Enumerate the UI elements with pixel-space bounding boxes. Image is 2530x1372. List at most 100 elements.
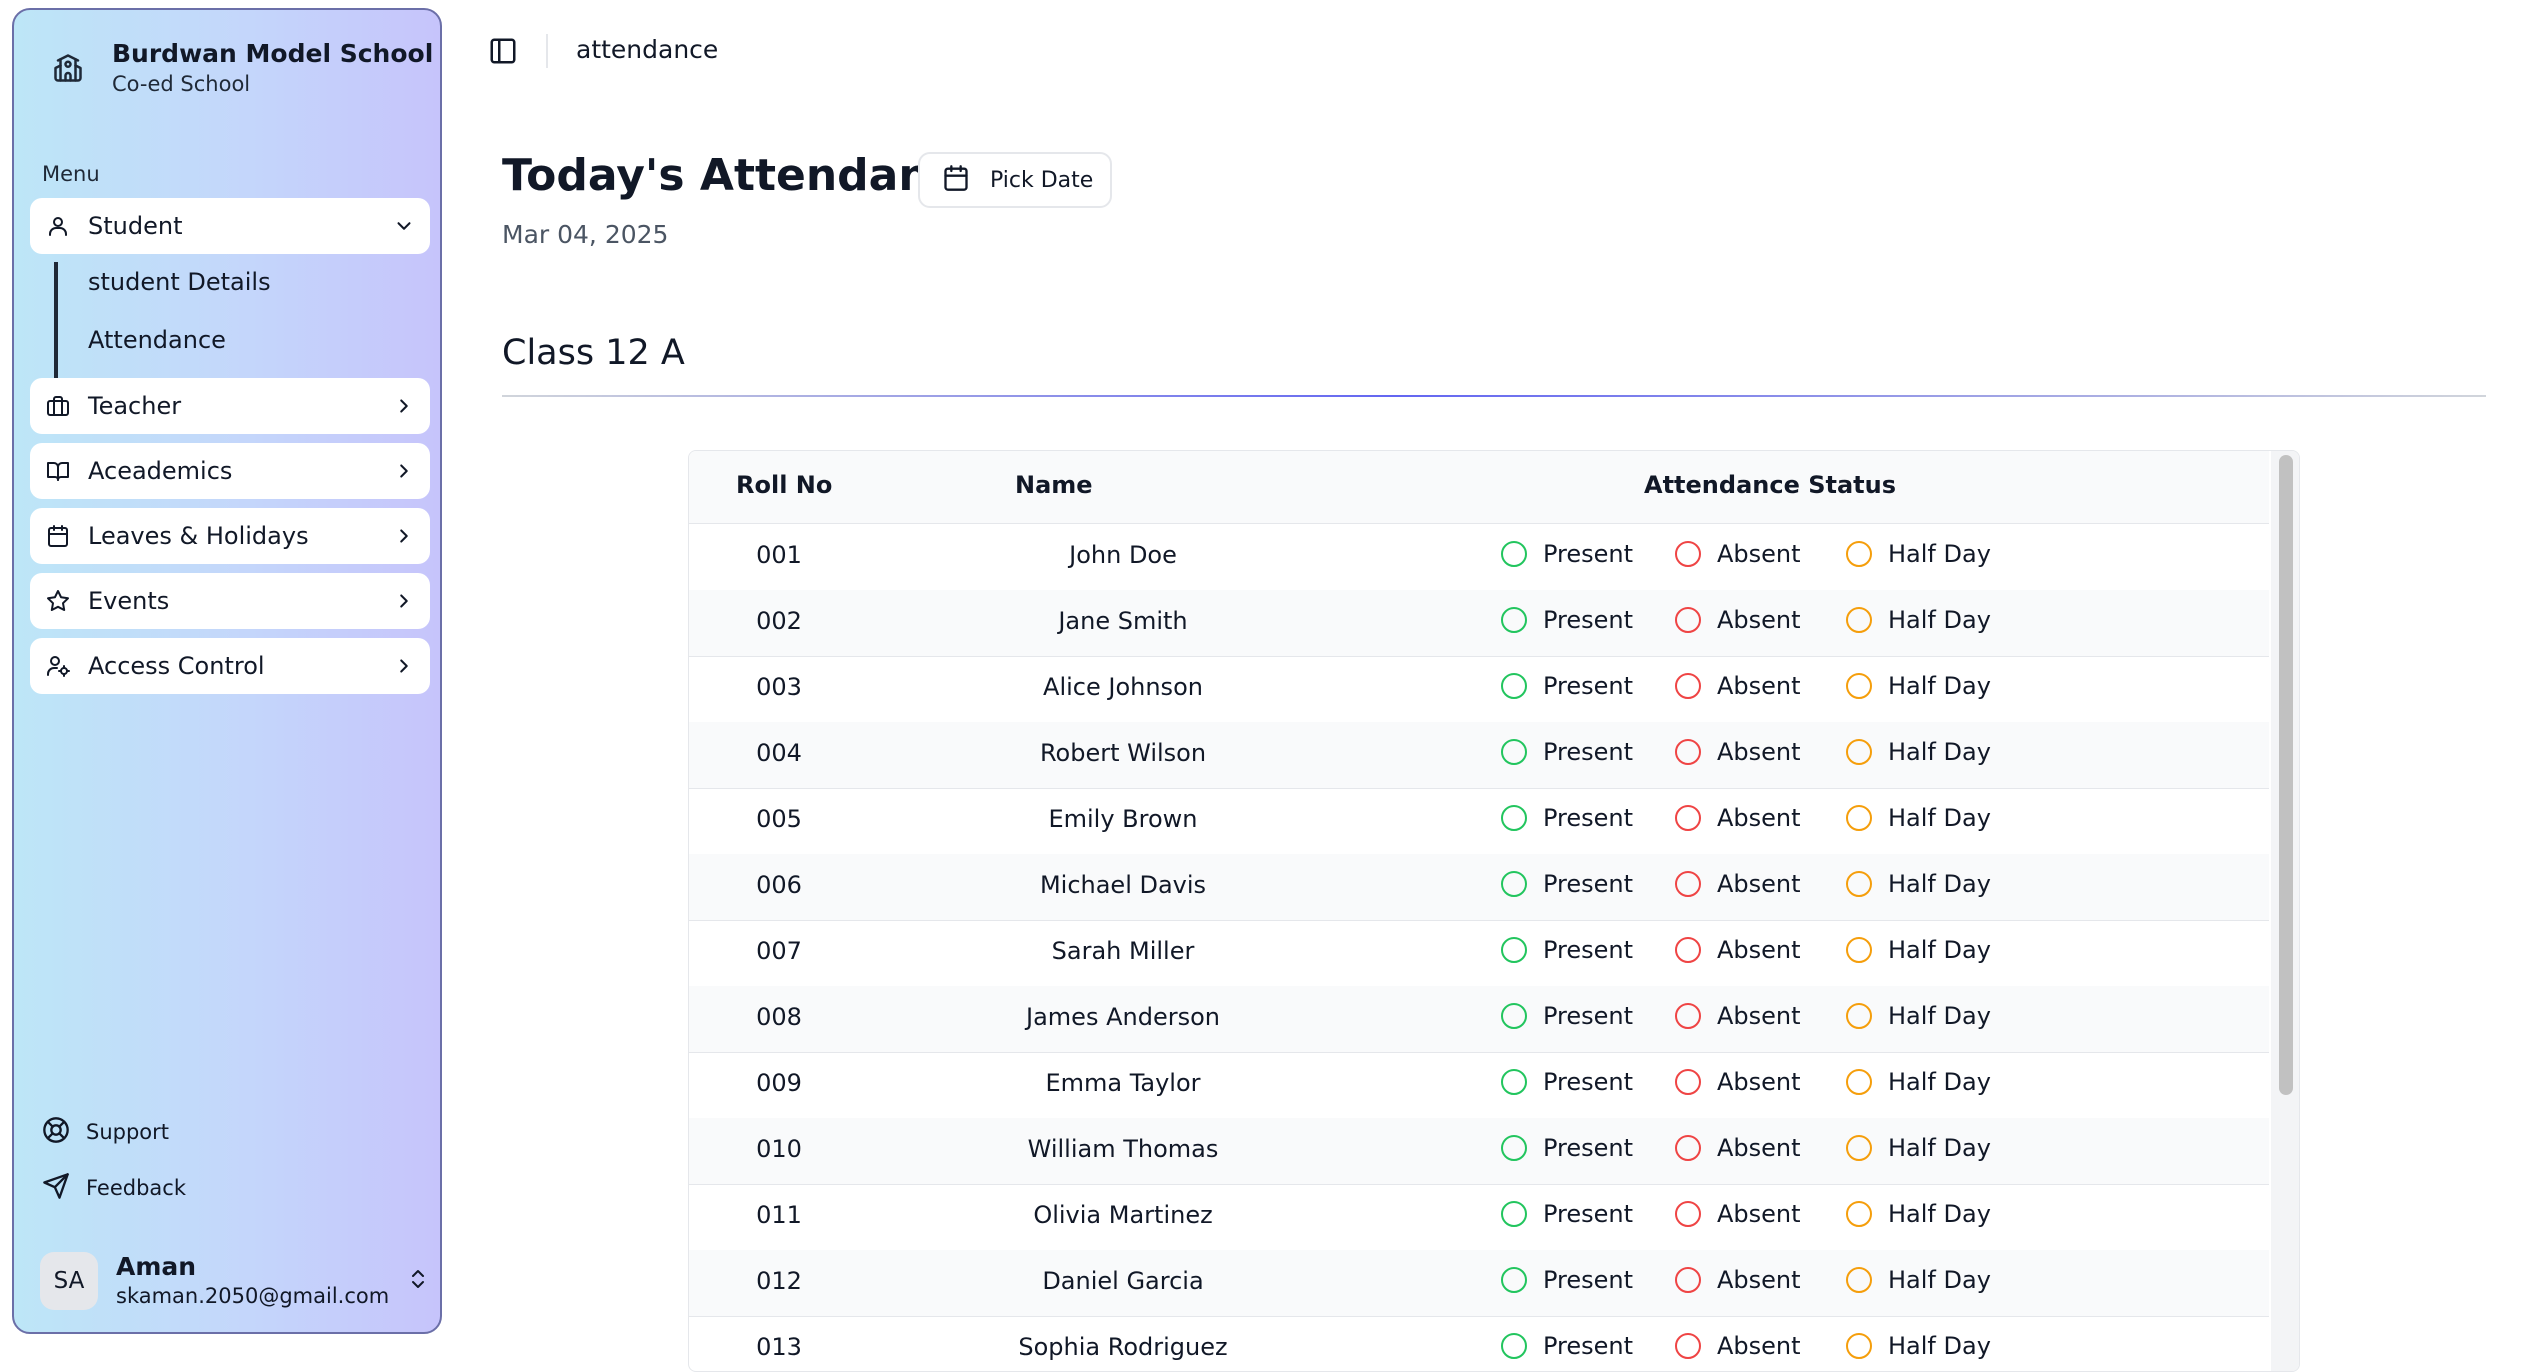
radio-absent[interactable] xyxy=(1675,1333,1701,1359)
status-option-absent[interactable]: Absent xyxy=(1675,540,1801,568)
radio-absent[interactable] xyxy=(1675,1003,1701,1029)
status-option-half[interactable]: Half Day xyxy=(1846,1068,1991,1096)
pick-date-button[interactable]: Pick Date xyxy=(918,152,1112,208)
radio-absent[interactable] xyxy=(1675,805,1701,831)
status-option-absent[interactable]: Absent xyxy=(1675,1002,1801,1030)
radio-half[interactable] xyxy=(1846,1267,1872,1293)
status-option-absent[interactable]: Absent xyxy=(1675,1266,1801,1294)
brand[interactable]: Burdwan Model School Co-ed School xyxy=(46,38,433,98)
status-option-absent[interactable]: Absent xyxy=(1675,1068,1801,1096)
status-option-half[interactable]: Half Day xyxy=(1846,606,1991,634)
sidebar-item-teacher[interactable]: Teacher xyxy=(30,378,430,434)
radio-half[interactable] xyxy=(1846,871,1872,897)
radio-absent[interactable] xyxy=(1675,1267,1701,1293)
radio-present[interactable] xyxy=(1501,937,1527,963)
radio-half[interactable] xyxy=(1846,1333,1872,1359)
status-option-absent[interactable]: Absent xyxy=(1675,1134,1801,1162)
status-option-absent[interactable]: Absent xyxy=(1675,936,1801,964)
cell-name: John Doe xyxy=(1069,541,1177,569)
status-option-half[interactable]: Half Day xyxy=(1846,936,1991,964)
radio-present[interactable] xyxy=(1501,805,1527,831)
radio-present[interactable] xyxy=(1501,541,1527,567)
scrollbar-thumb[interactable] xyxy=(2279,455,2293,1095)
sidebar-subitem-student-details[interactable]: student Details xyxy=(88,268,271,296)
radio-present[interactable] xyxy=(1501,673,1527,699)
radio-present[interactable] xyxy=(1501,1135,1527,1161)
status-label-absent: Absent xyxy=(1717,870,1801,898)
radio-half[interactable] xyxy=(1846,1201,1872,1227)
status-option-present[interactable]: Present xyxy=(1501,606,1633,634)
status-option-half[interactable]: Half Day xyxy=(1846,1134,1991,1162)
status-option-present[interactable]: Present xyxy=(1501,804,1633,832)
radio-present[interactable] xyxy=(1501,871,1527,897)
radio-present[interactable] xyxy=(1501,1069,1527,1095)
radio-half[interactable] xyxy=(1846,805,1872,831)
support-link[interactable]: Support xyxy=(42,1116,169,1148)
status-option-half[interactable]: Half Day xyxy=(1846,804,1991,832)
radio-absent[interactable] xyxy=(1675,1069,1701,1095)
status-option-present[interactable]: Present xyxy=(1501,672,1633,700)
status-option-present[interactable]: Present xyxy=(1501,936,1633,964)
cell-roll-no: 002 xyxy=(756,607,802,635)
status-option-present[interactable]: Present xyxy=(1501,1266,1633,1294)
cell-roll-no: 001 xyxy=(756,541,802,569)
radio-present[interactable] xyxy=(1501,739,1527,765)
radio-absent[interactable] xyxy=(1675,937,1701,963)
sidebar-item-student[interactable]: Student xyxy=(30,198,430,254)
status-option-present[interactable]: Present xyxy=(1501,540,1633,568)
radio-half[interactable] xyxy=(1846,541,1872,567)
status-option-half[interactable]: Half Day xyxy=(1846,1332,1991,1360)
status-option-half[interactable]: Half Day xyxy=(1846,1200,1991,1228)
radio-present[interactable] xyxy=(1501,1003,1527,1029)
status-option-absent[interactable]: Absent xyxy=(1675,1332,1801,1360)
radio-present[interactable] xyxy=(1501,1333,1527,1359)
status-option-present[interactable]: Present xyxy=(1501,1200,1633,1228)
radio-absent[interactable] xyxy=(1675,1201,1701,1227)
sidebar-item-academics[interactable]: Aceademics xyxy=(30,443,430,499)
radio-absent[interactable] xyxy=(1675,607,1701,633)
status-option-present[interactable]: Present xyxy=(1501,1134,1633,1162)
cell-name: Sophia Rodriguez xyxy=(1018,1333,1228,1361)
sidebar-toggle-icon[interactable] xyxy=(488,36,518,66)
radio-half[interactable] xyxy=(1846,1135,1872,1161)
status-option-absent[interactable]: Absent xyxy=(1675,804,1801,832)
status-option-present[interactable]: Present xyxy=(1501,870,1633,898)
status-option-half[interactable]: Half Day xyxy=(1846,738,1991,766)
radio-absent[interactable] xyxy=(1675,673,1701,699)
status-option-present[interactable]: Present xyxy=(1501,1332,1633,1360)
sidebar-item-access-control[interactable]: Access Control xyxy=(30,638,430,694)
radio-absent[interactable] xyxy=(1675,739,1701,765)
radio-half[interactable] xyxy=(1846,937,1872,963)
status-option-half[interactable]: Half Day xyxy=(1846,870,1991,898)
radio-half[interactable] xyxy=(1846,1069,1872,1095)
status-option-absent[interactable]: Absent xyxy=(1675,606,1801,634)
user-menu[interactable]: SA Aman skaman.2050@gmail.com xyxy=(40,1252,430,1310)
status-option-absent[interactable]: Absent xyxy=(1675,738,1801,766)
status-label-half: Half Day xyxy=(1888,1266,1991,1294)
status-option-present[interactable]: Present xyxy=(1501,1068,1633,1096)
status-option-half[interactable]: Half Day xyxy=(1846,1002,1991,1030)
radio-absent[interactable] xyxy=(1675,871,1701,897)
sidebar-item-leaves-holidays[interactable]: Leaves & Holidays xyxy=(30,508,430,564)
radio-half[interactable] xyxy=(1846,673,1872,699)
status-option-half[interactable]: Half Day xyxy=(1846,1266,1991,1294)
status-option-present[interactable]: Present xyxy=(1501,1002,1633,1030)
radio-half[interactable] xyxy=(1846,1003,1872,1029)
status-option-half[interactable]: Half Day xyxy=(1846,540,1991,568)
status-label-absent: Absent xyxy=(1717,1134,1801,1162)
status-option-half[interactable]: Half Day xyxy=(1846,672,1991,700)
radio-present[interactable] xyxy=(1501,1267,1527,1293)
sidebar-subitem-attendance[interactable]: Attendance xyxy=(88,326,226,354)
radio-half[interactable] xyxy=(1846,739,1872,765)
radio-present[interactable] xyxy=(1501,607,1527,633)
status-option-absent[interactable]: Absent xyxy=(1675,672,1801,700)
radio-present[interactable] xyxy=(1501,1201,1527,1227)
radio-absent[interactable] xyxy=(1675,541,1701,567)
status-option-absent[interactable]: Absent xyxy=(1675,870,1801,898)
feedback-link[interactable]: Feedback xyxy=(42,1172,186,1204)
radio-half[interactable] xyxy=(1846,607,1872,633)
radio-absent[interactable] xyxy=(1675,1135,1701,1161)
sidebar-item-events[interactable]: Events xyxy=(30,573,430,629)
status-option-absent[interactable]: Absent xyxy=(1675,1200,1801,1228)
status-option-present[interactable]: Present xyxy=(1501,738,1633,766)
